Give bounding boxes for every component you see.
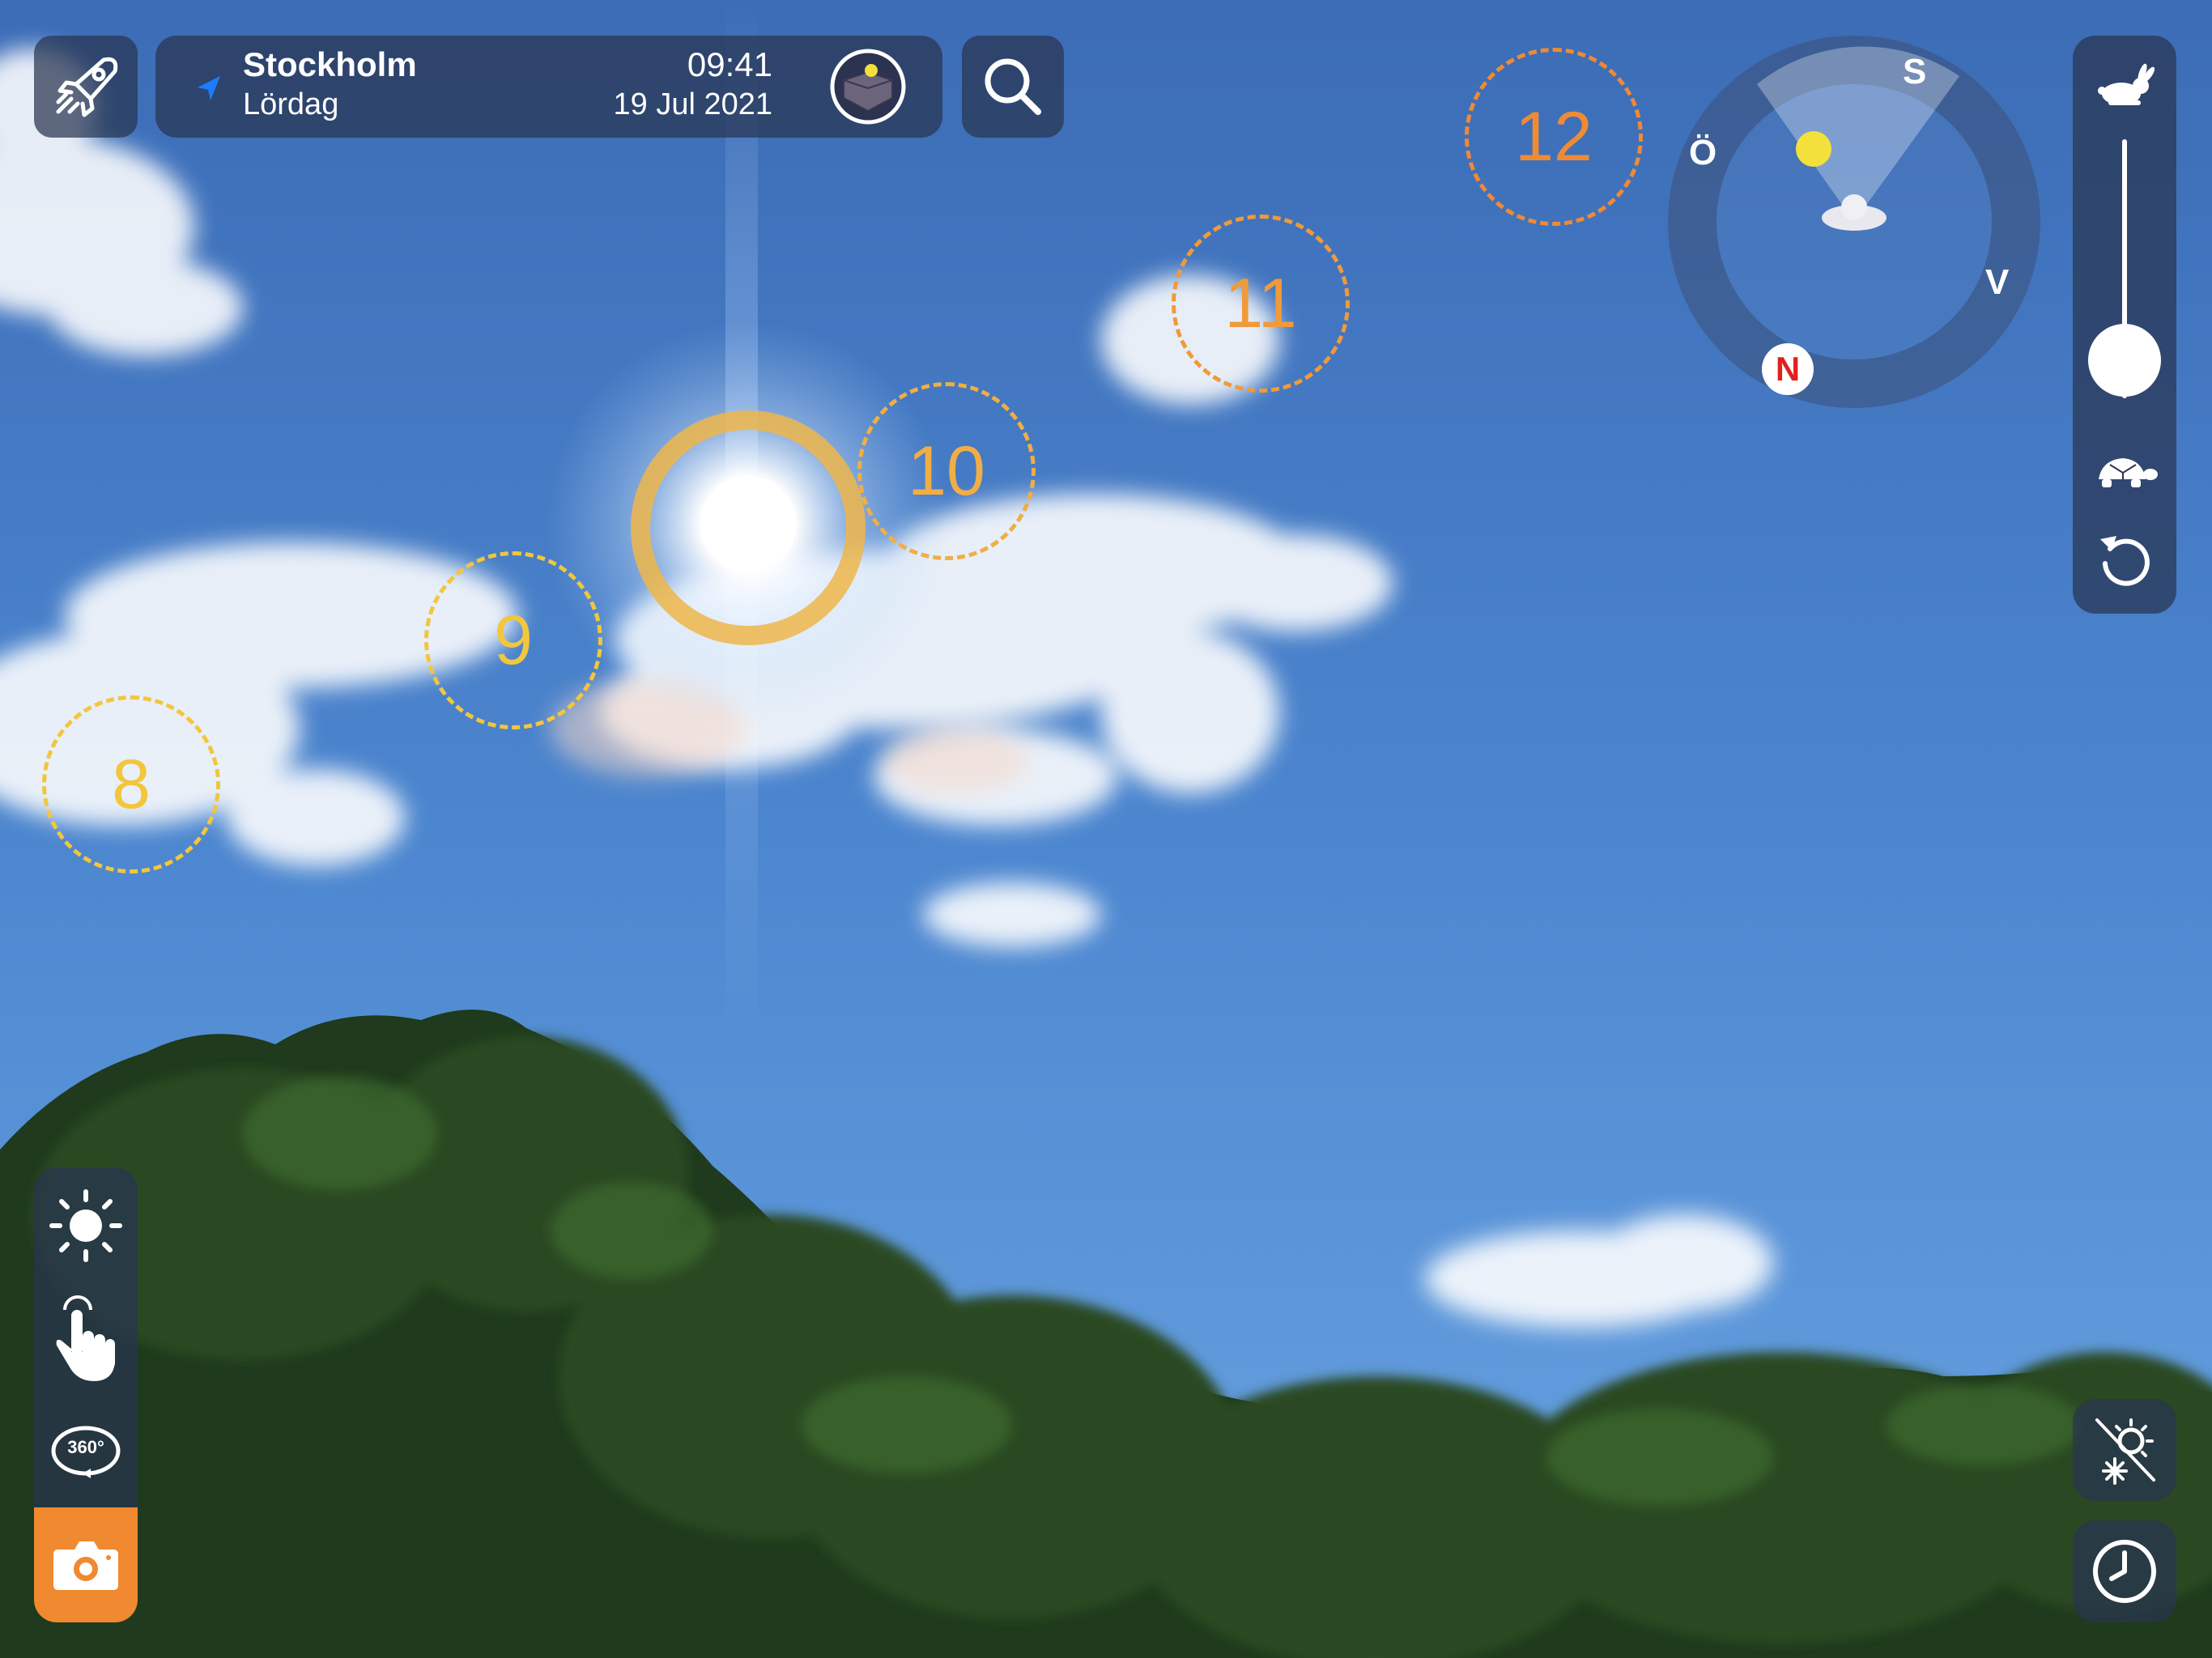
weekday: Lördag <box>243 87 339 121</box>
hour-marker-10[interactable]: 10 <box>857 382 1036 560</box>
current-date: 19 Jul 2021 <box>613 87 773 121</box>
city-name: Stockholm <box>243 45 417 83</box>
camera-icon <box>53 1541 118 1590</box>
rabbit-fast-icon[interactable] <box>2092 63 2157 112</box>
slider-thumb[interactable] <box>2088 324 2161 397</box>
compass-east-label: Ö <box>1689 133 1717 172</box>
360-label: 360° <box>67 1437 104 1457</box>
touch-mode-button[interactable] <box>34 1281 138 1394</box>
hour-marker-9[interactable]: 9 <box>424 551 602 729</box>
rocket-menu-button[interactable] <box>34 36 138 138</box>
sun-mode-button[interactable] <box>34 1167 138 1281</box>
hour-marker-label: 12 <box>1515 97 1593 176</box>
rocket-icon <box>56 57 118 117</box>
hour-marker-label: 9 <box>494 601 533 679</box>
hour-marker-11[interactable]: 11 <box>1172 215 1350 393</box>
compass-south-label: S <box>1903 52 1927 91</box>
time-button[interactable] <box>2073 1520 2176 1622</box>
location-arrow-icon <box>198 76 220 100</box>
hour-marker-8[interactable]: 8 <box>42 695 220 874</box>
compass-north-badge: N <box>1762 343 1814 395</box>
reset-icon[interactable] <box>2092 528 2157 593</box>
hour-marker-label: 8 <box>112 745 151 823</box>
search-icon <box>985 58 1041 115</box>
compass-widget[interactable]: S Ö V N <box>1668 36 2040 408</box>
sun-position-marker[interactable] <box>631 410 866 645</box>
hour-marker-label: 11 <box>1224 264 1297 342</box>
current-time: 09:41 <box>687 45 772 83</box>
search-button[interactable] <box>962 36 1064 138</box>
compass-west-label: V <box>1985 262 2010 302</box>
camera-mode-button[interactable] <box>34 1507 138 1622</box>
360-view-button[interactable]: 360° <box>34 1394 138 1507</box>
clock-icon <box>2093 1540 2156 1603</box>
turtle-slow-icon[interactable] <box>2091 452 2159 492</box>
speed-slider-panel <box>2073 36 2176 614</box>
compass-dial <box>1668 36 2040 408</box>
location-date-panel[interactable]: Stockholm Lördag 09:41 19 Jul 2021 <box>155 36 942 138</box>
touch-hand-icon <box>56 1295 115 1381</box>
left-toolbar: 360° <box>34 1167 138 1622</box>
hour-marker-12[interactable]: 12 <box>1465 48 1643 226</box>
compass-north-label: N <box>1775 350 1801 388</box>
sun-globe-icon[interactable] <box>829 48 907 125</box>
sun-snow-off-icon <box>2095 1418 2155 1485</box>
sun-icon <box>49 1189 122 1262</box>
hour-marker-label: 10 <box>908 432 985 510</box>
weather-toggle-button[interactable] <box>2073 1399 2176 1501</box>
